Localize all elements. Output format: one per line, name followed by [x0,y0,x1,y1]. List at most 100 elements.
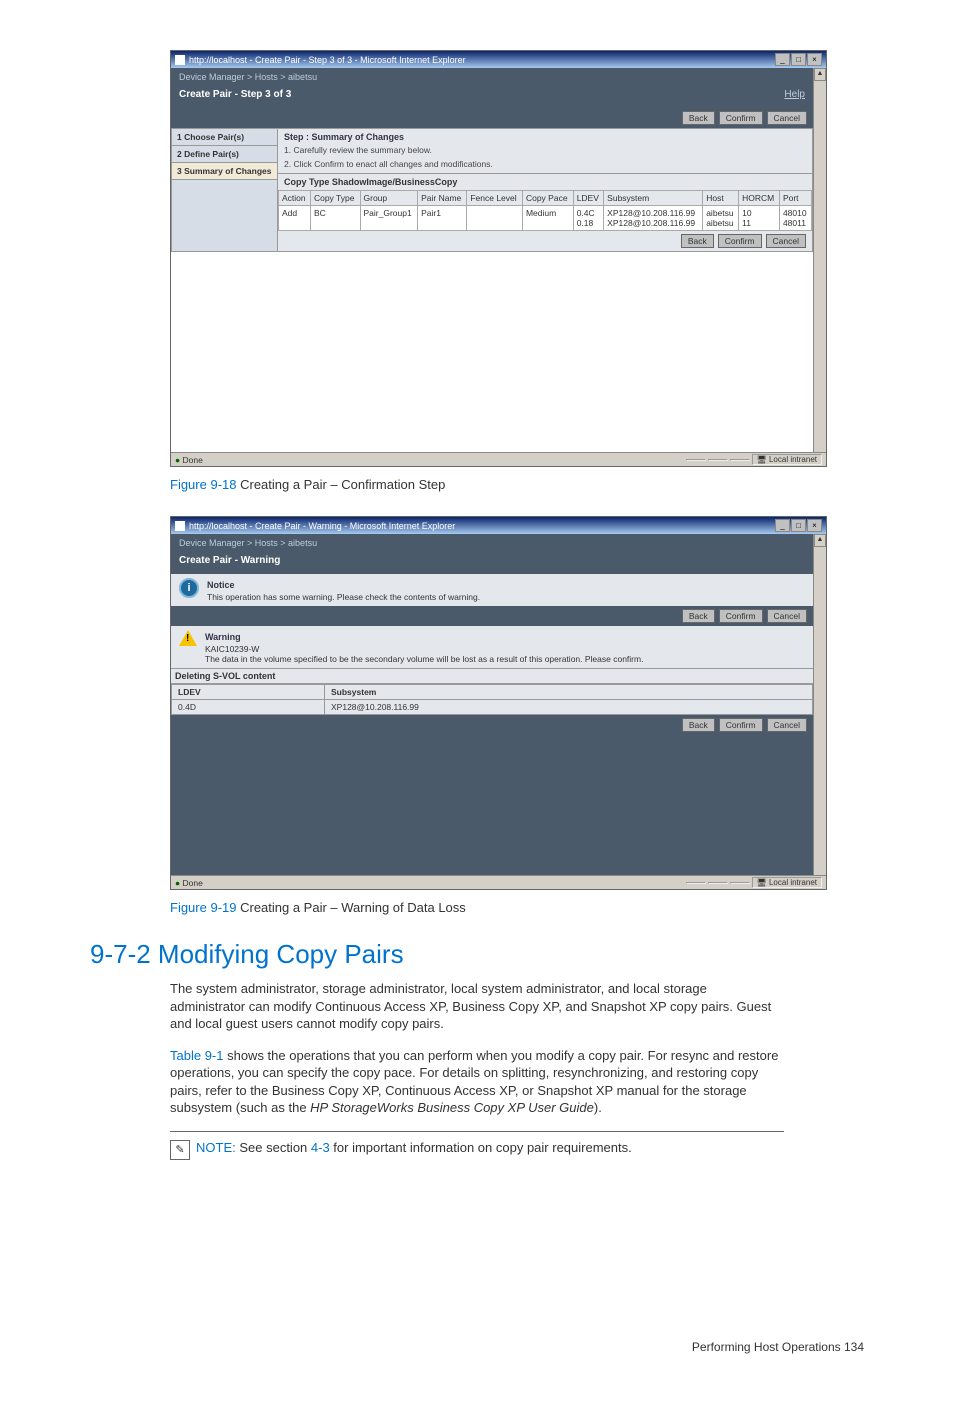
back-button-w1[interactable]: Back [682,609,715,623]
warning-text: The data in the volume specified to be t… [205,654,805,664]
maximize-icon[interactable]: □ [791,53,806,66]
notice-text: This operation has some warning. Please … [207,592,805,602]
cell-port-1: 48010 [783,208,808,218]
status-zone-2: 🖥 Local intranet [752,877,822,888]
scroll-up-icon[interactable]: ▲ [814,534,826,547]
back-button-w2[interactable]: Back [682,718,715,732]
figure-9-19-screenshot: http://localhost - Create Pair - Warning… [170,516,864,890]
cell-horcm: 10 11 [739,206,780,231]
cell-port: 48010 48011 [779,206,811,231]
ie-icon [175,55,185,65]
cell-group: Pair_Group1 [360,206,418,231]
maximize-icon[interactable]: □ [791,519,806,532]
note-text-b: for important information on copy pair r… [330,1140,632,1155]
cancel-button-2[interactable]: Cancel [766,234,806,248]
browser-window-1: http://localhost - Create Pair - Step 3 … [170,50,827,467]
page-footer: Performing Host Operations 134 [90,1340,864,1354]
figure-ref-1: Figure 9-18 [170,477,236,492]
help-link[interactable]: Help [784,89,805,100]
cancel-button-w2[interactable]: Cancel [767,718,807,732]
status-cell [730,882,750,884]
wizard-step-2[interactable]: 2 Define Pair(s) [172,146,277,163]
button-row-2b: Back Confirm Cancel [171,715,813,735]
cell-copytype: BC [310,206,360,231]
status-zone: 🖥 Local intranet [752,454,822,465]
notice-block: i Notice This operation has some warning… [171,574,813,606]
status-cell [686,882,706,884]
page-title-2: Create Pair - Warning [179,555,280,566]
confirm-button-2[interactable]: Confirm [718,234,762,248]
page-title-row: Create Pair - Step 3 of 3 Help [171,86,813,108]
col-sub-2: Subsystem [325,685,813,700]
paragraph-2: Table 9-1 shows the operations that you … [170,1047,784,1117]
window-title-2: http://localhost - Create Pair - Warning… [189,521,455,531]
breadcrumb-2[interactable]: Device Manager > Hosts > aibetsu [171,534,813,552]
cancel-button[interactable]: Cancel [767,111,807,125]
close-icon[interactable]: × [807,53,822,66]
table-9-1-link[interactable]: Table 9-1 [170,1048,223,1063]
breadcrumb[interactable]: Device Manager > Hosts > aibetsu [171,68,813,86]
wizard-step-1[interactable]: 1 Choose Pair(s) [172,129,277,146]
copy-type-section: Copy Type ShadowImage/BusinessCopy [278,173,812,190]
scrollbar-2[interactable]: ▲ [813,534,826,875]
minimize-icon[interactable]: _ [775,53,790,66]
statusbar: ● Done 🖥 Local intranet [171,452,826,466]
blank-area [171,252,813,452]
section-4-3-link[interactable]: 4-3 [311,1140,330,1155]
cell-sub-2: XP128@10.208.116.99 [607,218,699,228]
button-row-bottom: Back Confirm Cancel [278,231,812,251]
statusbar-2: ● Done 🖥 Local intranet [171,875,826,889]
confirm-button-w2[interactable]: Confirm [719,718,763,732]
status-cell [708,459,728,461]
warning-icon [179,630,197,646]
cell-sub-2: XP128@10.208.116.99 [325,700,813,715]
cell-ldev: 0.4C 0.18 [573,206,603,231]
section-heading: 9-7-2 Modifying Copy Pairs [90,939,864,970]
step-title: Step : Summary of Changes [278,129,812,145]
close-icon[interactable]: × [807,519,822,532]
col-pace: Copy Pace [522,191,573,206]
button-row-top: Back Confirm Cancel [171,108,813,128]
confirm-button[interactable]: Confirm [719,111,763,125]
wizard-content: Step : Summary of Changes 1. Carefully r… [278,128,813,252]
status-done: Done [183,455,203,465]
window-title: http://localhost - Create Pair - Step 3 … [189,55,466,65]
figure-caption-2: Figure 9-19 Creating a Pair – Warning of… [170,900,784,915]
figure-ref-2: Figure 9-19 [170,900,236,915]
wizard-steps: 1 Choose Pair(s) 2 Define Pair(s) 3 Summ… [171,128,278,252]
note-label: NOTE: [196,1140,236,1155]
step-note-2: 2. Click Confirm to enact all changes an… [278,159,812,173]
cell-ldev-1: 0.4C [577,208,600,218]
paragraph-1: The system administrator, storage admini… [170,980,784,1033]
table-row: Add BC Pair_Group1 Pair1 Medium 0.4C 0.1… [279,206,812,231]
status-cell [730,459,750,461]
figure-text-2: Creating a Pair – Warning of Data Loss [236,900,465,915]
cell-subsys: XP128@10.208.116.99 XP128@10.208.116.99 [604,206,703,231]
para2-text-b: ). [594,1100,602,1115]
notice-title: Notice [207,578,805,592]
col-subsys: Subsystem [604,191,703,206]
col-ldev: LDEV [573,191,603,206]
status-cell [686,459,706,461]
cell-host-1: aibetsu [706,208,735,218]
back-button[interactable]: Back [682,111,715,125]
col-action: Action [279,191,311,206]
back-button-2[interactable]: Back [681,234,714,248]
para2-italic: HP StorageWorks Business Copy XP User Gu… [310,1100,594,1115]
scroll-up-icon[interactable]: ▲ [814,68,826,81]
minimize-icon[interactable]: _ [775,519,790,532]
col-horcm: HORCM [739,191,780,206]
col-pairname: Pair Name [418,191,467,206]
wizard-step-3[interactable]: 3 Summary of Changes [172,163,277,180]
cell-host: aibetsu aibetsu [703,206,739,231]
browser-window-2: http://localhost - Create Pair - Warning… [170,516,827,890]
note-icon: ✎ [170,1140,190,1160]
scrollbar[interactable]: ▲ [813,68,826,452]
warning-title: Warning [205,630,805,644]
cell-host-2: aibetsu [706,218,735,228]
cell-fence [467,206,523,231]
button-row-2a: Back Confirm Cancel [171,606,813,626]
cancel-button-w1[interactable]: Cancel [767,609,807,623]
warning-code: KAIC10239-W [205,644,805,654]
confirm-button-w1[interactable]: Confirm [719,609,763,623]
